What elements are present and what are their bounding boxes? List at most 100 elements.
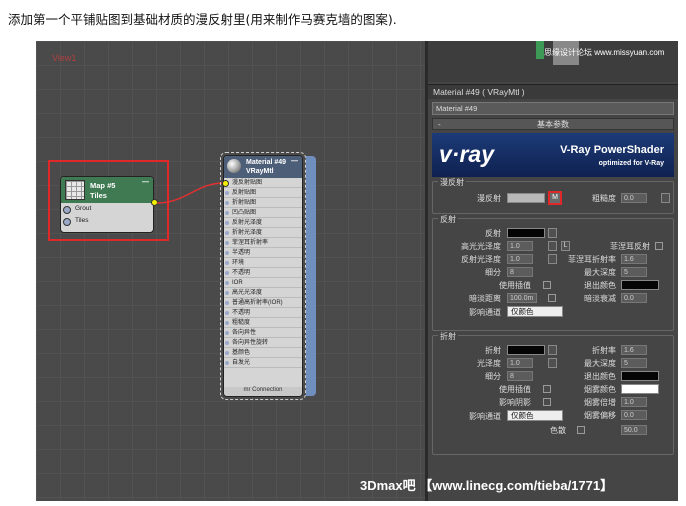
slot-refl-gloss[interactable]: 反射光泽度	[224, 218, 302, 228]
dim-falloff-spinner[interactable]: 0.0	[621, 293, 647, 303]
slot-self-illum[interactable]: 自发光	[224, 358, 302, 368]
refl-gloss-spinner[interactable]: 1.0	[507, 254, 533, 264]
fresnel-checkbox[interactable]	[655, 242, 663, 250]
affect-shadows-checkbox[interactable]	[543, 398, 551, 406]
hilight-gloss-label: 高光光泽度	[461, 242, 501, 251]
refr-interp-checkbox[interactable]	[543, 385, 551, 393]
reflection-group: 反射 反射 高光光泽度 1.0 L 反射光泽度 1.0 细分 8 使用插值 暗淡…	[432, 214, 674, 331]
banner-title: V-Ray PowerShader	[560, 144, 664, 156]
refr-exit-color-swatch[interactable]	[621, 371, 659, 381]
slot-reflect-map[interactable]: 反射贴图	[224, 188, 302, 198]
3dsmax-screenshot: View1 Map #5 Tiles — Grout Tiles Materia…	[36, 41, 678, 501]
slot-opacity[interactable]: 不透明	[224, 268, 302, 278]
refl-maxdepth-label: 最大深度	[584, 268, 616, 277]
node-output-strip	[306, 156, 316, 396]
mat-node-subtitle: VRayMtl	[246, 168, 274, 175]
refr-interp-label: 使用插值	[499, 385, 531, 394]
refr-maxdepth-label: 最大深度	[584, 359, 616, 368]
material-parameter-panel: Material #49 ( VRayMtl ) Material #49 - …	[428, 84, 678, 501]
slot-opacity-2[interactable]: 不透明	[224, 308, 302, 318]
reflection-group-title: 反射	[438, 214, 458, 225]
diffuse-input-socket[interactable]	[222, 180, 229, 187]
refract-map-button[interactable]	[548, 345, 557, 355]
dim-distance-spinner[interactable]: 100.0m	[507, 293, 537, 303]
roughness-spinner[interactable]: 0.0	[621, 193, 647, 203]
panel-title: Material #49 ( VRayMtl )	[428, 85, 678, 99]
refr-gloss-map-button[interactable]	[548, 358, 557, 368]
dim-distance-label: 暗淡距离	[469, 294, 501, 303]
reflect-color-swatch[interactable]	[507, 228, 545, 238]
affect-shadows-label: 影响阴影	[499, 398, 531, 407]
slot-refr-gloss[interactable]: 折射光泽度	[224, 228, 302, 238]
banner-subtitle: optimized for V-Ray	[598, 160, 664, 167]
roughness-label: 粗糙度	[592, 194, 616, 203]
refr-gloss-spinner[interactable]: 1.0	[507, 358, 533, 368]
collapse-icon[interactable]: —	[291, 158, 298, 165]
refr-gloss-label: 光泽度	[477, 359, 501, 368]
dispersion-checkbox[interactable]	[577, 426, 585, 434]
diffuse-map-button[interactable]: M	[548, 191, 562, 205]
refract-color-swatch[interactable]	[507, 345, 545, 355]
slot-hilight-gloss[interactable]: 高光光泽度	[224, 288, 302, 298]
refr-subdiv-spinner[interactable]: 8	[507, 371, 533, 381]
slot-ior[interactable]: IOR	[224, 278, 302, 288]
refraction-group: 折射 折射 光泽度 1.0 细分 8 使用插值 影响阴影 影响通道 仅颜色 色散…	[432, 331, 674, 455]
rollout-title: 基本参数	[537, 120, 569, 129]
hilight-lock-button[interactable]: L	[561, 241, 570, 251]
vraymtl-node[interactable]: Material #49 VRayMtl — 漫反射贴图 反射贴图 折射贴图 凹…	[220, 152, 306, 400]
reflect-label: 反射	[485, 229, 501, 238]
slot-aniso-rotation[interactable]: 各向异性旋转	[224, 338, 302, 348]
reflect-map-button[interactable]	[548, 228, 557, 238]
slot-anisotropy[interactable]: 各向异性	[224, 328, 302, 338]
refl-maxdepth-spinner[interactable]: 5	[621, 267, 647, 277]
diffuse-label: 漫反射	[477, 194, 501, 203]
slot-translucent[interactable]: 半透明	[224, 248, 302, 258]
refr-subdiv-label: 细分	[485, 372, 501, 381]
fresnel-label: 菲涅耳反射	[610, 242, 650, 251]
refl-gloss-label: 反射光泽度	[461, 255, 501, 264]
slot-environment[interactable]: 环境	[224, 258, 302, 268]
refract-label: 折射	[485, 346, 501, 355]
diffuse-color-swatch[interactable]	[507, 193, 545, 203]
slot-bump-map[interactable]: 凹凸贴图	[224, 208, 302, 218]
refr-maxdepth-spinner[interactable]: 5	[621, 358, 647, 368]
refl-interp-checkbox[interactable]	[543, 281, 551, 289]
mr-connection[interactable]: mr Connection	[224, 387, 302, 396]
basic-params-rollout[interactable]: - 基本参数	[432, 118, 674, 130]
diffuse-group-title: 漫反射	[438, 177, 466, 188]
dim-distance-checkbox[interactable]	[548, 294, 556, 302]
fresnel-ior-label: 菲涅耳折射率	[568, 255, 616, 264]
slot-base-color[interactable]: 基颜色	[224, 348, 302, 358]
refr-affect-select[interactable]: 仅颜色	[507, 410, 563, 421]
page-caption: 添加第一个平铺贴图到基础材质的漫反射里(用来制作马赛克墙的图案).	[8, 12, 397, 27]
ior-spinner[interactable]: 1.6	[621, 345, 647, 355]
fog-bias-spinner[interactable]: 0.0	[621, 410, 647, 420]
slot-normal-ior[interactable]: 普通高折射率(IOR)	[224, 298, 302, 308]
roughness-map-button[interactable]	[661, 193, 670, 203]
material-name-field[interactable]: Material #49	[432, 102, 674, 115]
refraction-group-title: 折射	[438, 331, 458, 342]
rollout-collapse-icon: -	[438, 120, 441, 129]
fresnel-ior-spinner[interactable]: 1.6	[621, 254, 647, 264]
refl-interp-label: 使用插值	[499, 281, 531, 290]
slot-diffuse-map[interactable]: 漫反射贴图	[224, 178, 302, 188]
refl-subdiv-spinner[interactable]: 8	[507, 267, 533, 277]
slot-refract-map[interactable]: 折射贴图	[224, 198, 302, 208]
slot-fresnel-ior[interactable]: 菲涅耳折射率	[224, 238, 302, 248]
refl-exit-color-swatch[interactable]	[621, 280, 659, 290]
fog-color-swatch[interactable]	[621, 384, 659, 394]
refl-subdiv-label: 细分	[485, 268, 501, 277]
hilight-gloss-spinner[interactable]: 1.0	[507, 241, 533, 251]
ior-label: 折射率	[592, 346, 616, 355]
abbe-spinner[interactable]: 50.0	[621, 425, 647, 435]
fog-mult-label: 烟雾倍增	[584, 398, 616, 407]
slot-roughness[interactable]: 粗糙度	[224, 318, 302, 328]
hilight-map-button[interactable]	[548, 241, 557, 251]
refl-affect-select[interactable]: 仅颜色	[507, 306, 563, 317]
refl-gloss-map-button[interactable]	[548, 254, 557, 264]
viewport-watermark: 思缘设计论坛 www.missyuan.com	[544, 48, 665, 57]
fog-mult-spinner[interactable]: 1.0	[621, 397, 647, 407]
viewport-preview: 思缘设计论坛 www.missyuan.com	[428, 41, 678, 82]
slate-node-editor[interactable]: View1 Map #5 Tiles — Grout Tiles Materia…	[36, 41, 425, 501]
refl-exit-color-label: 退出颜色	[584, 281, 616, 290]
